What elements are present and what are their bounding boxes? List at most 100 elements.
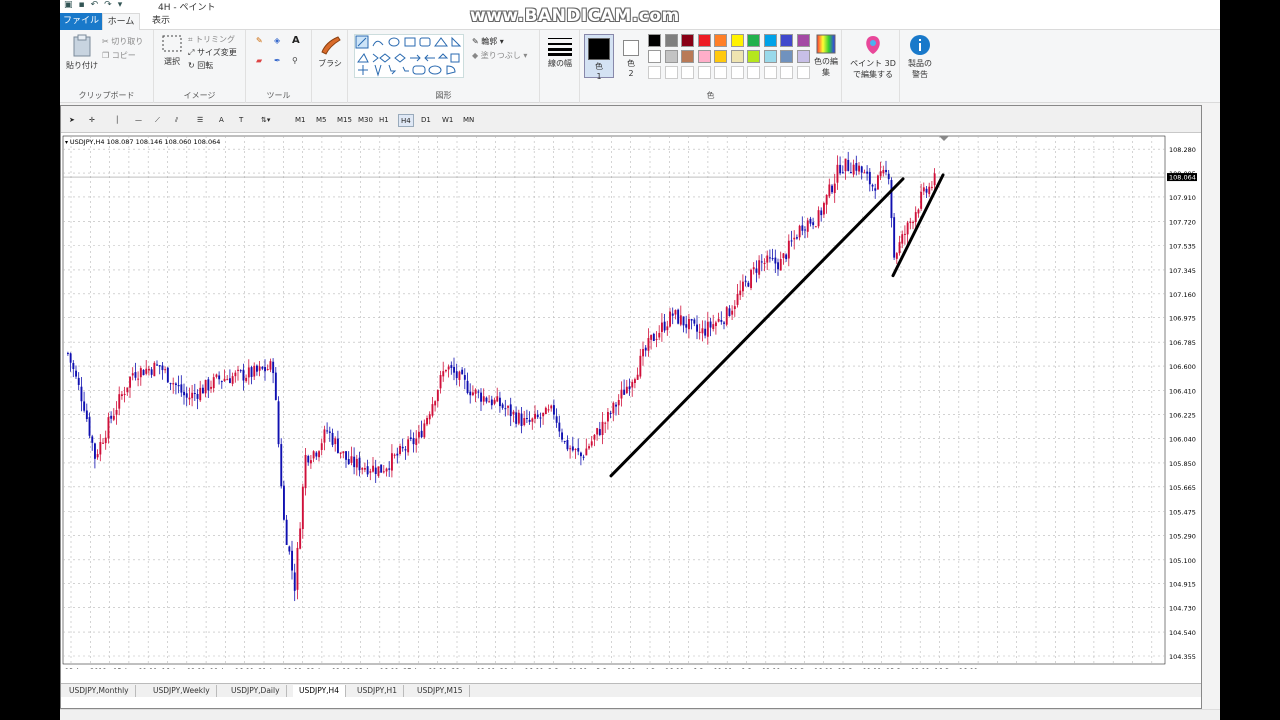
fill-bucket-icon[interactable]: ◈ [274, 36, 280, 45]
cut-button[interactable]: ✂ 切り取り [102, 36, 143, 47]
candle-body [823, 203, 825, 215]
outline-icon: ✎ [472, 37, 482, 46]
palette-swatch-empty[interactable] [697, 66, 711, 79]
palette-swatch[interactable] [763, 34, 777, 47]
vertical-line-icon[interactable]: │ [113, 114, 121, 127]
color2-button[interactable]: 色 2 [618, 34, 644, 78]
palette-swatch[interactable] [664, 34, 678, 47]
candle-body [841, 172, 844, 174]
timeframe-h4[interactable]: H4 [398, 114, 414, 127]
outline-dropdown[interactable]: ✎ 輪郭 ▾ [472, 36, 504, 47]
trendline-icon[interactable]: ⟋ [153, 114, 162, 127]
palette-swatch-empty[interactable] [681, 66, 694, 79]
text-tool-icon[interactable]: A [292, 35, 300, 46]
text-label-t-icon[interactable]: T [237, 114, 245, 127]
palette-swatch[interactable] [763, 50, 777, 63]
save-icon[interactable]: ▪ [79, 0, 85, 10]
timeframe-m15[interactable]: M15 [335, 114, 354, 127]
palette-swatch[interactable] [697, 34, 711, 47]
fill-dropdown[interactable]: ◆ 塗りつぶし ▾ [472, 50, 527, 61]
tab-file[interactable]: ファイル [60, 13, 102, 30]
palette-swatch[interactable] [796, 50, 810, 63]
palette-swatch[interactable] [747, 34, 760, 47]
chart-tab[interactable]: USDJPY,H1 [351, 685, 404, 697]
brushes-button[interactable]: ブラシ [314, 34, 346, 69]
candle-body [204, 379, 207, 394]
palette-swatch[interactable] [648, 50, 661, 63]
eraser-icon[interactable]: ▰ [256, 56, 262, 65]
crosshair-icon[interactable]: ✛ [87, 114, 97, 127]
line-width-button[interactable]: 線の幅 [544, 36, 576, 69]
chart-tab[interactable]: USDJPY,M15 [411, 685, 470, 697]
palette-swatch[interactable] [796, 34, 810, 47]
fibonacci-icon[interactable]: ☰ [195, 114, 205, 127]
tab-view[interactable]: 表示 [144, 13, 178, 30]
copy-button[interactable]: ❐ コピー [102, 50, 136, 61]
timeframe-m5[interactable]: M5 [314, 114, 329, 127]
timeframe-m30[interactable]: M30 [356, 114, 375, 127]
candle-body [677, 309, 680, 324]
resize-button[interactable]: ⤢ サイズ変更 [188, 47, 237, 58]
chart-tab[interactable]: USDJPY,Monthly [63, 685, 136, 697]
chart-tab[interactable]: USDJPY,Daily [225, 685, 287, 697]
pencil-icon[interactable]: ✎ [256, 36, 263, 45]
crop-button[interactable]: ⌗ トリミング [188, 34, 235, 45]
rotate-button[interactable]: ↻ 回転 [188, 60, 213, 71]
paste-button[interactable]: 貼り付け [64, 34, 100, 71]
timeframe-m1[interactable]: M1 [293, 114, 308, 127]
arrows-dropdown-icon[interactable]: ⇅▾ [259, 114, 272, 127]
candle-body [733, 306, 736, 310]
shapes-gallery[interactable] [354, 34, 464, 78]
palette-swatch-empty[interactable] [730, 66, 744, 79]
palette-swatch-empty[interactable] [796, 66, 810, 79]
palette-swatch[interactable] [664, 50, 678, 63]
palette-swatch[interactable] [681, 34, 694, 47]
select-button[interactable]: 選択 [158, 34, 186, 67]
palette-swatch-empty[interactable] [648, 66, 661, 79]
chart-tab[interactable]: USDJPY,H4 [293, 685, 346, 697]
candle-body [931, 186, 933, 188]
customize-dropdown-icon[interactable]: ▾ [118, 0, 123, 10]
horizontal-line-icon[interactable]: — [133, 114, 144, 127]
edit-colors-button[interactable]: 色の編集 [812, 34, 840, 78]
palette-swatch[interactable] [730, 34, 744, 47]
color1-button[interactable]: 色 1 [584, 34, 614, 81]
candle-body [666, 326, 669, 331]
magnifier-icon[interactable]: ⚲ [292, 56, 298, 65]
candle-body [320, 443, 323, 450]
paint3d-button[interactable]: ペイント 3D で編集する [846, 34, 900, 80]
palette-swatch-empty[interactable] [780, 66, 793, 79]
timeframe-mn[interactable]: MN [461, 114, 476, 127]
timeframe-w1[interactable]: W1 [440, 114, 455, 127]
palette-swatch[interactable] [681, 50, 694, 63]
palette-swatch[interactable] [780, 50, 793, 63]
candle-body [796, 237, 798, 239]
undo-icon[interactable]: ↶ [91, 0, 99, 10]
palette-swatch[interactable] [648, 34, 661, 47]
palette-swatch-empty[interactable] [664, 66, 678, 79]
palette-swatch-empty[interactable] [763, 66, 777, 79]
palette-swatch[interactable] [730, 50, 744, 63]
product-alert-button[interactable]: 製品の 警告 [900, 34, 940, 80]
chart-tab[interactable]: USDJPY,Weekly [147, 685, 217, 697]
color1-label: 色 [595, 62, 603, 71]
cursor-icon[interactable]: ➤ [67, 114, 77, 127]
candle-body [658, 332, 661, 338]
y-tick-label: 106.040 [1169, 435, 1196, 443]
palette-swatch[interactable] [714, 50, 727, 63]
tab-home[interactable]: ホーム [102, 13, 140, 30]
timeframe-h1[interactable]: H1 [377, 114, 391, 127]
redo-icon[interactable]: ↷ [104, 0, 112, 10]
palette-swatch[interactable] [747, 50, 760, 63]
palette-swatch-empty[interactable] [747, 66, 760, 79]
palette-swatch[interactable] [697, 50, 711, 63]
palette-swatch[interactable] [714, 34, 727, 47]
text-label-icon[interactable]: A [217, 114, 226, 127]
timeframe-d1[interactable]: D1 [419, 114, 433, 127]
candle-body [593, 434, 596, 440]
palette-swatch-empty[interactable] [714, 66, 727, 79]
shapes-group-label: 図形 [435, 91, 452, 100]
channel-icon[interactable]: ⫽ [173, 114, 180, 127]
palette-swatch[interactable] [780, 34, 793, 47]
color-picker-icon[interactable]: ✒ [274, 56, 281, 65]
